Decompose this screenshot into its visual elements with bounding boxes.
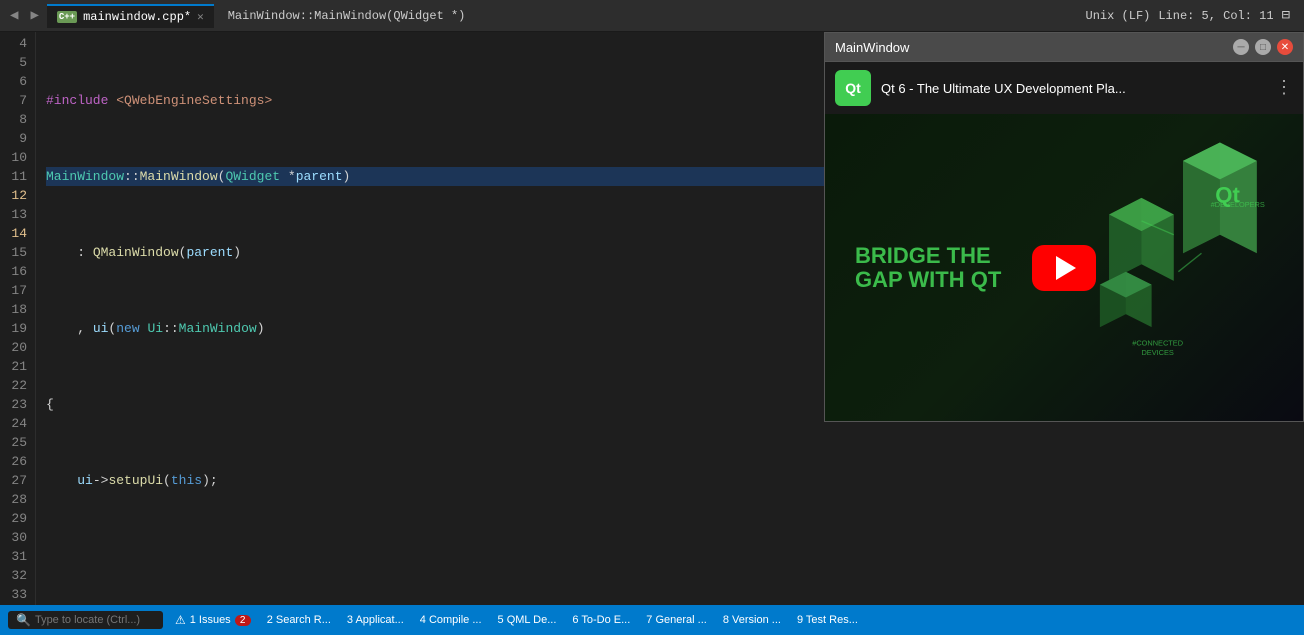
line-11: 11	[4, 167, 27, 186]
search-results-label: 2 Search R...	[267, 614, 331, 626]
todo-label: 6 To-Do E...	[572, 614, 630, 626]
line-31: 31	[4, 547, 27, 566]
compile-output-label: 4 Compile ...	[420, 614, 482, 626]
search-icon: 🔍	[16, 613, 31, 627]
general-messages-button[interactable]: 7 General ...	[638, 605, 715, 635]
compile-output-button[interactable]: 4 Compile ...	[412, 605, 490, 635]
line-30: 30	[4, 528, 27, 547]
tab-filename: mainwindow.cpp*	[83, 10, 191, 24]
line-8: 8	[4, 110, 27, 129]
qt-window-content: Qt Qt 6 - The Ultimate UX Development Pl…	[825, 62, 1303, 421]
play-triangle-icon	[1056, 256, 1076, 280]
code-line-10	[46, 547, 1304, 566]
line-21: 21	[4, 357, 27, 376]
video-header: Qt Qt 6 - The Ultimate UX Development Pl…	[825, 62, 1303, 114]
main-content: 4 5 6 7 8 9 10 11 12 13 14 15 16 17 18 1…	[0, 32, 1304, 605]
editor-info: Unix (LF) Line: 5, Col: 11 ⊟	[1086, 7, 1298, 24]
video-title: Qt 6 - The Ultimate UX Development Pla..…	[881, 81, 1265, 96]
issues-panel-button[interactable]: ⚠ 1 Issues 2	[167, 605, 259, 635]
search-results-button[interactable]: 2 Search R...	[259, 605, 339, 635]
tab-close-button[interactable]: ✕	[197, 10, 204, 24]
qt-logo: Qt	[835, 70, 871, 106]
warning-icon: ⚠	[175, 613, 186, 627]
line-20: 20	[4, 338, 27, 357]
todo-button[interactable]: 6 To-Do E...	[564, 605, 638, 635]
qml-debugger-label: 5 QML De...	[498, 614, 557, 626]
line-23: 23	[4, 395, 27, 414]
search-input[interactable]	[35, 614, 155, 626]
search-area[interactable]: 🔍	[8, 611, 163, 629]
line-6: 6	[4, 72, 27, 91]
layout-icon[interactable]: ⊟	[1282, 7, 1290, 24]
qml-debugger-button[interactable]: 5 QML De...	[490, 605, 565, 635]
line-15: 15	[4, 243, 27, 262]
line-19: 19	[4, 319, 27, 338]
play-button[interactable]	[1032, 245, 1096, 291]
line-27: 27	[4, 471, 27, 490]
active-tab[interactable]: C++ mainwindow.cpp* ✕	[47, 4, 214, 28]
line-14: 14	[4, 224, 27, 243]
line-22: 22	[4, 376, 27, 395]
svg-text:#CONNECTED: #CONNECTED	[1132, 339, 1183, 348]
version-control-button[interactable]: 8 Version ...	[715, 605, 789, 635]
line-13: 13	[4, 205, 27, 224]
line-5: 5	[4, 53, 27, 72]
line-32: 32	[4, 566, 27, 585]
test-results-button[interactable]: 9 Test Res...	[789, 605, 866, 635]
issues-label: 1 Issues	[190, 614, 231, 626]
line-numbers: 4 5 6 7 8 9 10 11 12 13 14 15 16 17 18 1…	[0, 32, 36, 605]
line-26: 26	[4, 452, 27, 471]
breadcrumb-text: MainWindow::MainWindow(QWidget *)	[228, 9, 466, 23]
svg-text:DEVICES: DEVICES	[1141, 348, 1173, 357]
more-options-icon[interactable]: ⋮	[1275, 77, 1293, 99]
line-33: 33	[4, 585, 27, 604]
bridge-text: BRIDGE THEGAP WITH Qt	[855, 243, 1001, 291]
line-10: 10	[4, 148, 27, 167]
line-25: 25	[4, 433, 27, 452]
status-bar: 🔍 ⚠ 1 Issues 2 2 Search R... 3 Applicat.…	[0, 605, 1304, 635]
line-col-label[interactable]: Line: 5, Col: 11	[1158, 9, 1273, 23]
forward-button[interactable]: ▶	[26, 5, 42, 26]
line-7: 7	[4, 91, 27, 110]
unix-lf-label[interactable]: Unix (LF)	[1086, 9, 1151, 23]
line-28: 28	[4, 490, 27, 509]
breadcrumb: MainWindow::MainWindow(QWidget *)	[218, 9, 1082, 23]
qt-window-titlebar: MainWindow ─ □ ✕	[825, 33, 1303, 62]
line-18: 18	[4, 300, 27, 319]
close-button[interactable]: ✕	[1277, 39, 1293, 55]
qt-preview-window: MainWindow ─ □ ✕ Qt Qt 6 - The Ultimate …	[824, 32, 1304, 422]
svg-text:#DEVELOPERS: #DEVELOPERS	[1211, 200, 1265, 209]
line-4: 4	[4, 34, 27, 53]
qt-window-title: MainWindow	[835, 40, 909, 55]
title-bar: ◀ ▶ C++ mainwindow.cpp* ✕ MainWindow::Ma…	[0, 0, 1304, 32]
line-9: 9	[4, 129, 27, 148]
application-output-label: 3 Applicat...	[347, 614, 404, 626]
video-thumbnail[interactable]: BRIDGE THEGAP WITH Qt Qt	[825, 114, 1303, 421]
cpp-icon: C++	[57, 11, 77, 23]
window-controls: ─ □ ✕	[1233, 39, 1293, 55]
line-17: 17	[4, 281, 27, 300]
general-messages-label: 7 General ...	[646, 614, 707, 626]
minimize-button[interactable]: ─	[1233, 39, 1249, 55]
line-16: 16	[4, 262, 27, 281]
application-output-button[interactable]: 3 Applicat...	[339, 605, 412, 635]
issues-badge: 2	[235, 615, 251, 626]
test-results-label: 9 Test Res...	[797, 614, 858, 626]
cubes-graphic: Qt	[1083, 124, 1283, 364]
version-control-label: 8 Version ...	[723, 614, 781, 626]
line-29: 29	[4, 509, 27, 528]
code-line-9: ui->setupUi(this);	[46, 471, 1304, 490]
maximize-button[interactable]: □	[1255, 39, 1271, 55]
line-24: 24	[4, 414, 27, 433]
back-button[interactable]: ◀	[6, 5, 22, 26]
line-12: 12	[4, 186, 27, 205]
